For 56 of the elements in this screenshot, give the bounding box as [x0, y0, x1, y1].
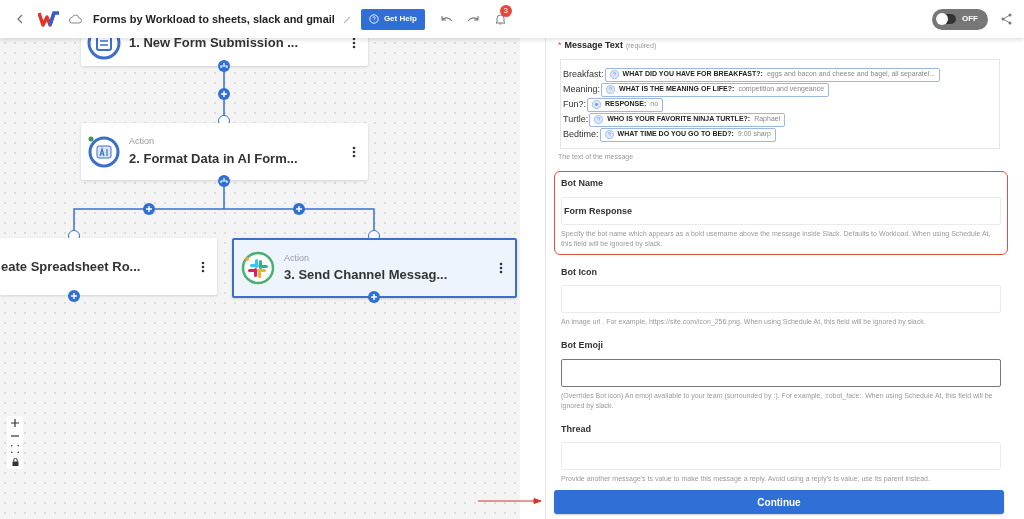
- add-step-button[interactable]: [218, 88, 230, 100]
- question-icon: [594, 115, 604, 124]
- step-title: 1. New Form Submission ...: [129, 38, 300, 53]
- more-options-icon[interactable]: [352, 145, 356, 158]
- cloud-icon: [68, 14, 82, 24]
- field-label: Message Text: [564, 39, 623, 52]
- input-field[interactable]: Form Response: [561, 196, 1001, 225]
- logo-icon: [38, 11, 62, 27]
- add-step-button[interactable]: [293, 203, 305, 215]
- workflow-step-card[interactable]: eate Spreadsheet Ro...: [0, 238, 217, 295]
- help-icon: [368, 14, 379, 24]
- message-line-label: Fun?:: [563, 97, 586, 111]
- share-icon[interactable]: [1001, 13, 1012, 25]
- get-help-button[interactable]: Get Help: [360, 8, 425, 30]
- message-line-label: Meaning:: [563, 82, 601, 96]
- step-type-label: Action: [284, 251, 310, 265]
- lock-icon[interactable]: [11, 458, 19, 466]
- workflow-step-card[interactable]: 1. New Form Submission ...: [81, 38, 368, 66]
- continue-button[interactable]: Continue: [554, 490, 1004, 514]
- more-options-icon[interactable]: [499, 262, 503, 274]
- notification-count: 3: [499, 5, 512, 17]
- field-label: Bot Icon: [561, 265, 598, 279]
- notification-bell-icon[interactable]: [494, 13, 506, 25]
- redo-icon[interactable]: [466, 15, 479, 23]
- chat-app-icon: [240, 250, 276, 286]
- annotation-arrow: [478, 498, 542, 504]
- message-line-label: Breakfast:: [563, 67, 604, 81]
- add-step-button[interactable]: [143, 203, 155, 215]
- undo-icon[interactable]: [440, 15, 453, 23]
- back-icon[interactable]: [16, 14, 24, 24]
- zoom-out-icon[interactable]: [11, 432, 19, 440]
- required-asterisk-icon: *: [558, 39, 562, 53]
- field-label: Bot Name: [561, 177, 604, 190]
- question-icon: [604, 130, 614, 139]
- more-options-icon[interactable]: [201, 260, 205, 273]
- workflow-toggle[interactable]: OFF: [932, 8, 988, 30]
- question-icon: [606, 85, 616, 94]
- field-label: Bot Emoji: [561, 339, 604, 352]
- zoom-in-icon[interactable]: [11, 419, 19, 427]
- field-label: Thread: [561, 422, 592, 436]
- more-options-icon[interactable]: [352, 38, 356, 49]
- workflow-step-card[interactable]: Action 2. Format Data in AI Form...: [81, 123, 368, 180]
- message-line-label: Bedtime:: [563, 127, 599, 141]
- message-text-field[interactable]: [560, 58, 1000, 149]
- message-line-label: Turtle:: [563, 112, 589, 126]
- step-type-label: Action: [129, 135, 155, 148]
- workflow-title: Forms by Workload to sheets, slack and gmail: [93, 11, 335, 27]
- question-icon: [609, 70, 619, 79]
- fit-view-icon[interactable]: [11, 445, 19, 453]
- step-title: 3. Send Channel Messag...: [284, 266, 449, 284]
- input-field[interactable]: [561, 358, 1001, 387]
- step-title: 2. Format Data in AI Form...: [129, 149, 299, 168]
- workflow-step-card[interactable]: Action 3. Send Channel Messag...: [232, 238, 517, 298]
- step-title: eate Spreadsheet Ro...: [1, 257, 142, 276]
- ai-icon: [87, 134, 121, 169]
- radio-icon: [592, 100, 601, 109]
